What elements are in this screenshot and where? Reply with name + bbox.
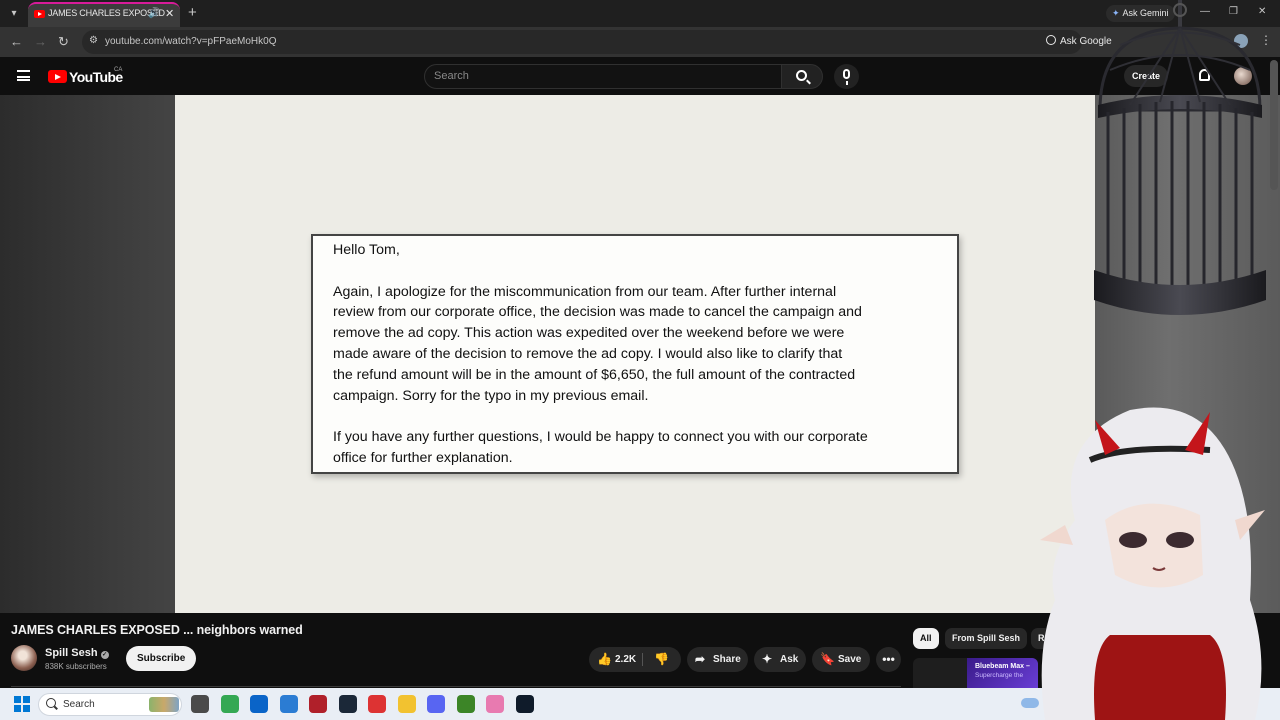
menu-icon[interactable]	[17, 70, 30, 81]
verified-badge-icon: ✓	[100, 651, 109, 659]
tab-strip: ▾ JAMES CHARLES EXPOSED 🔊 ✕ + ✦ Ask Gemin…	[0, 0, 1280, 27]
video-title: JAMES CHARLES EXPOSED ... neighbors warn…	[11, 623, 303, 637]
search-icon	[796, 70, 807, 81]
address-bar[interactable]: ⚙ youtube.com/watch?v=pFPaeMoHk0Q	[82, 30, 1082, 54]
share-button[interactable]: ➦ Share	[687, 647, 748, 672]
email-screenshot: Hello Tom, Again, I apologize for the mi…	[311, 234, 959, 474]
video-backdrop-left	[0, 95, 175, 613]
site-info-icon[interactable]: ⚙	[89, 35, 98, 46]
store-icon[interactable]	[279, 695, 298, 713]
page-scrollbar[interactable]	[1270, 60, 1278, 190]
subscribe-button[interactable]: Subscribe	[126, 646, 197, 671]
taskbar-search-placeholder: Search	[63, 699, 95, 710]
search-placeholder: Search	[434, 70, 469, 82]
more-actions-button[interactable]: •••	[876, 647, 901, 672]
steam-icon[interactable]	[338, 695, 357, 713]
like-dislike-group: 👍 2.2K 👎	[589, 647, 681, 672]
heart-app-icon[interactable]	[486, 695, 504, 713]
sparkle-icon: ✦	[762, 652, 773, 666]
new-tab-button[interactable]: +	[188, 4, 197, 21]
bookmark-icon: 🔖	[820, 652, 835, 666]
email-line: campaign. Sorry for the typo in my previ…	[333, 387, 649, 404]
save-label: Save	[838, 654, 862, 665]
pokeball-icon[interactable]	[368, 695, 386, 713]
youtube-logo-icon[interactable]	[48, 70, 67, 83]
email-line: If you have any further questions, I wou…	[333, 429, 868, 446]
ad-subtitle: Supercharge the	[975, 672, 1024, 679]
channel-avatar[interactable]	[11, 645, 37, 671]
recommended-video-thumbnail[interactable]: Bluebeam Max – Supercharge the	[913, 658, 1038, 688]
birdcage-overlay	[1094, 0, 1266, 315]
region-code: CA	[114, 67, 123, 73]
ad-thumbnail[interactable]: Bluebeam Max – Supercharge the	[967, 658, 1038, 688]
file-manager-icon[interactable]	[191, 695, 209, 713]
steam-icon[interactable]	[515, 695, 534, 713]
chip-all[interactable]: All	[913, 628, 939, 649]
email-line: remove the ad copy. This action was expe…	[333, 325, 845, 342]
youtube-favicon-icon	[34, 10, 45, 18]
windows-start-icon[interactable]	[14, 696, 30, 712]
ask-button[interactable]: ✦ Ask	[754, 647, 806, 672]
ad-title: Bluebeam Max –	[975, 663, 1030, 670]
close-tab-icon[interactable]: ✕	[165, 7, 174, 20]
search-input[interactable]: Search	[424, 64, 782, 89]
ask-label: Ask	[780, 654, 799, 665]
email-line: Again, I apologize for the miscommunicat…	[333, 283, 837, 300]
email-line: review from our corporate office, the de…	[333, 304, 862, 321]
like-count[interactable]: 2.2K	[615, 647, 636, 672]
taskbar-search-input[interactable]: Search	[38, 693, 182, 716]
youtube-header: YouTube CA Search Create	[0, 57, 1280, 95]
tab-search-icon[interactable]: ▾	[6, 6, 22, 22]
like-icon[interactable]: 👍	[597, 647, 612, 672]
email-line: the refund amount will be in the amount …	[333, 366, 856, 383]
like-divider	[642, 653, 643, 666]
minecraft-icon[interactable]	[456, 695, 475, 713]
search-button[interactable]	[781, 64, 823, 89]
description-divider	[11, 686, 901, 687]
reload-icon[interactable]: ↻	[58, 34, 69, 50]
url-text[interactable]: youtube.com/watch?v=pFPaeMoHk0Q	[105, 36, 276, 47]
back-arrow-icon[interactable]: ←	[10, 34, 23, 49]
outlook-icon[interactable]	[250, 695, 268, 713]
email-paragraph-1: Again, I apologize for the miscommunicat…	[333, 282, 937, 407]
microphone-icon	[843, 69, 850, 85]
channel-name-text[interactable]: Spill Sesh	[45, 647, 98, 659]
browser-toolbar: ← → ↻ ⚙ youtube.com/watch?v=pFPaeMoHk0Q …	[0, 27, 1280, 57]
screen: ▾ JAMES CHARLES EXPOSED 🔊 ✕ + ✦ Ask Gemin…	[0, 0, 1280, 720]
email-line: office for further explanation.	[333, 449, 513, 466]
vivaldi-icon[interactable]	[309, 695, 327, 713]
search-highlight-image	[149, 697, 179, 712]
chip-from-spill-sesh[interactable]: From Spill Sesh	[945, 628, 1028, 649]
chrome-icon[interactable]	[220, 695, 239, 713]
vtuber-avatar-overlay	[1040, 407, 1265, 720]
email-line: made aware of the decision to remove the…	[333, 345, 843, 362]
speaker-icon[interactable]: 🔊	[148, 8, 160, 19]
share-arrow-icon: ➦	[695, 652, 706, 666]
browser-tab[interactable]: JAMES CHARLES EXPOSED 🔊 ✕	[28, 2, 180, 27]
discord-icon[interactable]	[427, 695, 445, 713]
email-paragraph-2: If you have any further questions, I wou…	[333, 427, 937, 469]
search-icon	[46, 698, 56, 708]
folder-icon[interactable]	[397, 695, 416, 713]
voice-search-button[interactable]	[834, 64, 859, 89]
save-button[interactable]: 🔖 Save	[812, 647, 870, 672]
dislike-icon[interactable]: 👎	[654, 647, 669, 672]
channel-name[interactable]: Spill Sesh ✓	[45, 647, 109, 659]
share-label: Share	[713, 654, 741, 665]
google-lens-icon	[1046, 35, 1056, 45]
email-greeting: Hello Tom,	[333, 242, 400, 258]
subscriber-count: 838K subscribers	[45, 662, 107, 671]
forward-arrow-icon[interactable]: →	[34, 34, 47, 49]
